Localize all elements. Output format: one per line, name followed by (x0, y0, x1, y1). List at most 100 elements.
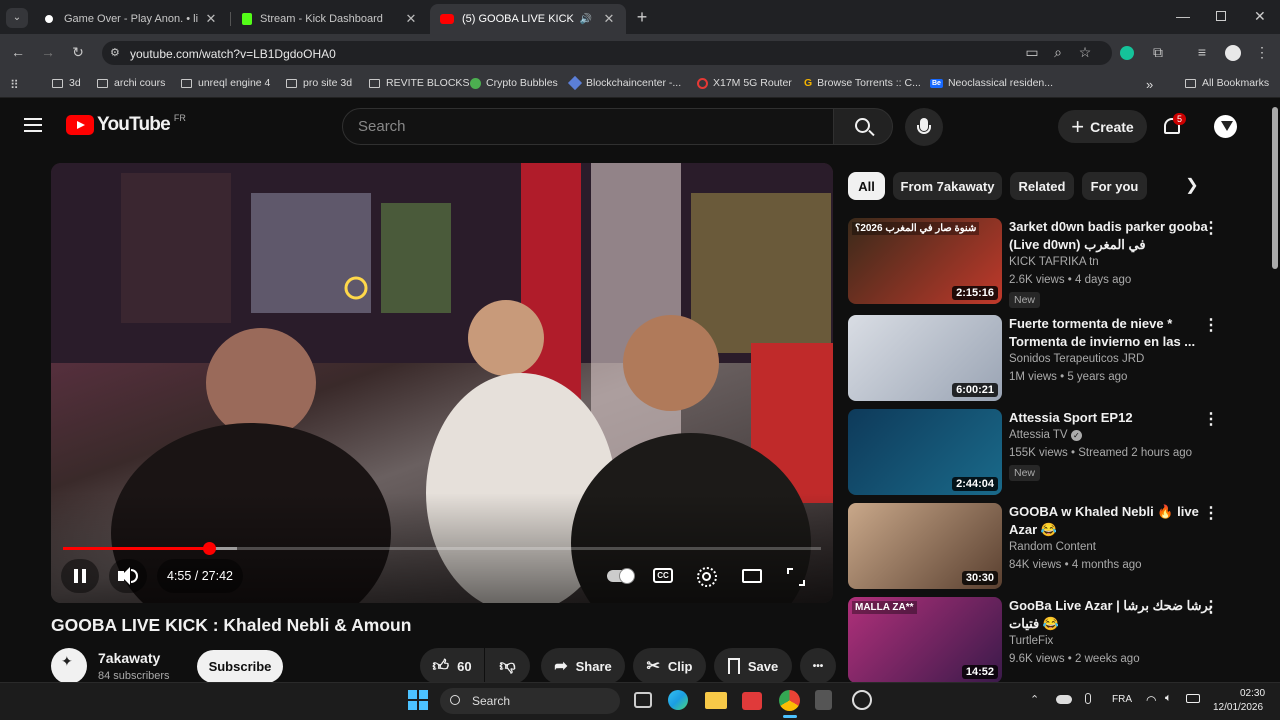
recommendation-title[interactable]: GOOBA w Khaled Nebli 🔥 live Azar 😂 (1009, 503, 1214, 539)
star-icon[interactable]: ☆ (1075, 44, 1095, 61)
page-scrollbar[interactable] (1270, 99, 1280, 682)
recommendation-title[interactable]: 3arket d0wn badis parker gooba (Live d0w… (1009, 218, 1214, 254)
cast-icon[interactable]: ▭ (1022, 44, 1042, 61)
clock-time[interactable]: 02:30 (1240, 688, 1265, 699)
search-input[interactable]: Search (342, 108, 834, 145)
notifications-button[interactable]: 5 (1160, 113, 1187, 140)
share-button[interactable]: ➦ Share (541, 648, 625, 684)
recommendation-channel[interactable]: Attessia TV ✓ (1009, 429, 1082, 441)
chip-all[interactable]: All (848, 172, 885, 200)
autoplay-toggle[interactable] (607, 568, 635, 584)
video-thumbnail[interactable]: 2:44:04 (848, 409, 1002, 495)
minimize-icon[interactable]: — (1176, 8, 1190, 24)
more-options-icon[interactable]: ⋮ (1203, 317, 1219, 335)
create-button[interactable]: + Create (1058, 110, 1147, 143)
recommendation-title[interactable]: Fuerte tormenta de nieve * Tormenta de i… (1009, 315, 1214, 351)
recommendation-title[interactable]: GooBa Live Azar | برشا ضحك برشا فتيات 😂 (1009, 597, 1214, 633)
language-indicator[interactable]: FRA (1112, 694, 1132, 705)
avatar[interactable] (1212, 113, 1239, 140)
bookmark-archi[interactable]: archi cours (97, 77, 165, 89)
recommendation-item[interactable]: 2:44:04 Attessia Sport EP12 Attessia TV ✓ 1… (848, 409, 1268, 497)
video-thumbnail[interactable]: شنوة صار في المغرب 2026؟ 2:15:16 (848, 218, 1002, 304)
recommendation-channel[interactable]: Sonidos Terapeuticos JRD (1009, 353, 1144, 365)
search-button[interactable] (833, 108, 893, 145)
channel-avatar[interactable]: ✦ (51, 648, 87, 684)
youtube-logo[interactable]: YouTube FR (66, 113, 186, 136)
calculator-icon[interactable] (815, 690, 832, 710)
edge-icon[interactable] (668, 690, 688, 710)
zoom-icon[interactable]: ⌕ (1048, 44, 1068, 61)
new-tab-button[interactable]: + (632, 7, 652, 28)
close-icon[interactable]: ✕ (602, 11, 616, 27)
progress-bar[interactable] (63, 542, 821, 555)
bookmark-revite[interactable]: REVITE BLOCKS (369, 77, 469, 89)
task-view-icon[interactable] (634, 692, 652, 708)
back-icon[interactable]: ← (8, 44, 28, 60)
bookmark-blockchaincenter[interactable]: Blockchaincenter -... (567, 75, 681, 91)
recommendation-channel[interactable]: Random Content (1009, 541, 1096, 553)
profile-icon[interactable] (1225, 45, 1241, 61)
bookmark-unreal[interactable]: unreql engine 4 (181, 77, 270, 89)
video-thumbnail[interactable]: 30:30 (848, 503, 1002, 589)
tab-kick-dashboard[interactable]: Stream - Kick Dashboard ✕ (232, 4, 428, 34)
app-red-icon[interactable] (742, 692, 762, 710)
recommendation-channel[interactable]: KICK TAFRIKA tn (1009, 256, 1099, 268)
bookmark-crypto-bubbles[interactable]: Crypto Bubbles (470, 77, 558, 89)
close-icon[interactable]: ✕ (404, 11, 418, 27)
more-options-icon[interactable]: ⋮ (1203, 505, 1219, 523)
bookmark-torrents[interactable]: G Browse Torrents :: C... (804, 77, 921, 89)
recommendation-title[interactable]: Attessia Sport EP12 (1009, 409, 1214, 427)
like-button[interactable]: 👍︎ 60 (420, 648, 484, 684)
more-options-icon[interactable]: ⋮ (1203, 599, 1219, 617)
settings-button[interactable] (697, 567, 717, 587)
speaker-icon[interactable]: 🔊 (580, 14, 592, 25)
voice-search-button[interactable] (905, 108, 943, 146)
chrome-icon[interactable] (779, 690, 800, 711)
fullscreen-button[interactable] (787, 568, 805, 586)
windows-start-icon[interactable] (408, 690, 428, 710)
tab-lichess[interactable]: Game Over - Play Anon. • liche... ✕ (32, 4, 228, 34)
bookmark-3d[interactable]: 3d (52, 77, 81, 89)
video-thumbnail[interactable]: 6:00:21 (848, 315, 1002, 401)
video-player[interactable]: 4:55 / 27:42 CC (51, 163, 833, 603)
chevron-up-icon[interactable]: ⌃ (1030, 693, 1039, 706)
more-options-icon[interactable]: ⋮ (1203, 411, 1219, 429)
reload-icon[interactable]: ↻ (68, 44, 88, 61)
forward-icon[interactable]: → (38, 44, 58, 60)
close-icon[interactable]: ✕ (204, 11, 218, 27)
chip-for-you[interactable]: For you (1082, 172, 1147, 200)
scrollbar-thumb[interactable] (1272, 107, 1278, 269)
chip-related[interactable]: Related (1010, 172, 1074, 200)
recommendation-item[interactable]: شنوة صار في المغرب 2026؟ 2:15:16 3arket d0… (848, 218, 1268, 308)
hamburger-icon[interactable] (24, 118, 42, 132)
extensions-icon[interactable]: ⧉ (1148, 44, 1168, 61)
recommendation-item[interactable]: MALLA ZA** 14:52 GooBa Live Azar | برشا ضح… (848, 597, 1268, 685)
recommendation-item[interactable]: 30:30 GOOBA w Khaled Nebli 🔥 live Azar 😂 R… (848, 503, 1268, 591)
obs-icon[interactable] (852, 690, 872, 710)
dislike-button[interactable]: 👎︎ (485, 648, 530, 684)
more-options-icon[interactable]: ⋮ (1203, 220, 1219, 238)
grammarly-icon[interactable] (1120, 46, 1134, 60)
onedrive-icon[interactable] (1056, 695, 1072, 704)
theater-button[interactable] (742, 569, 762, 583)
tab-youtube[interactable]: (5) GOOBA LIVE KICK : Khal... 🔊 ✕ (430, 4, 626, 34)
media-icon[interactable]: ≡ (1192, 44, 1212, 60)
all-bookmarks[interactable]: All Bookmarks (1185, 77, 1269, 89)
volume-button[interactable] (109, 559, 147, 593)
close-window-icon[interactable]: ✕ (1254, 8, 1266, 25)
chip-from-channel[interactable]: From 7akawaty (893, 172, 1002, 200)
speaker-icon[interactable]: 🔈︎ (1165, 692, 1172, 705)
recommendation-channel[interactable]: TurtleFix (1009, 635, 1053, 647)
play-pause-button[interactable] (61, 559, 99, 593)
channel-name[interactable]: 7akawaty (98, 650, 160, 666)
bookmark-neoclassical[interactable]: Be Neoclassical residen... (930, 77, 1053, 89)
microphone-icon[interactable] (1085, 693, 1091, 704)
chevron-right-icon[interactable]: ❯ (1178, 172, 1206, 200)
subscribe-button[interactable]: Subscribe (197, 650, 283, 683)
address-bar[interactable]: ⚙ youtube.com/watch?v=LB1DgdoOHA0 (102, 41, 1112, 65)
maximize-icon[interactable] (1216, 11, 1226, 21)
clock-date[interactable]: 12/01/2026 (1213, 702, 1263, 713)
more-actions-button[interactable]: ••• (800, 648, 836, 684)
bookmark-router[interactable]: X17M 5G Router (697, 77, 792, 89)
apps-icon[interactable]: ⠿ (10, 78, 19, 92)
